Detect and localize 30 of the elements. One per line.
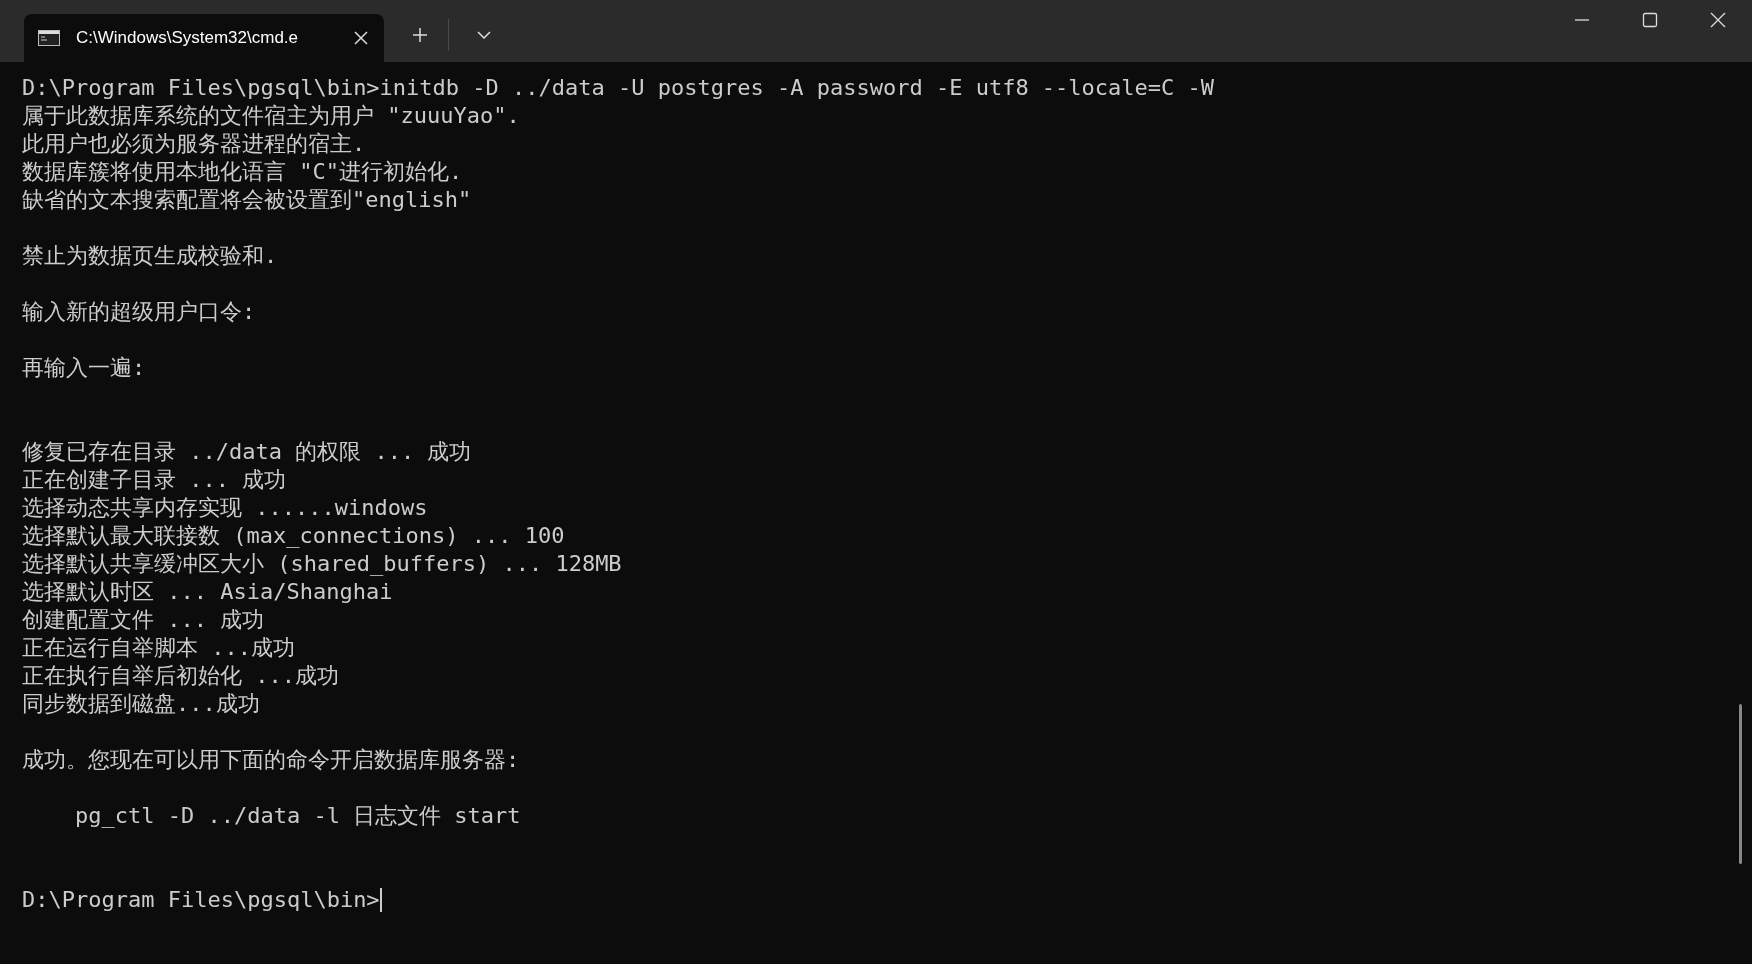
terminal-line: 同步数据到磁盘...成功 bbox=[22, 690, 261, 718]
terminal-line: 选择默认时区 ... Asia/Shanghai bbox=[22, 578, 394, 606]
terminal-line: pg_ctl -D ../data -l 日志文件 start bbox=[73, 802, 522, 830]
terminal-line: 选择动态共享内存实现 ......windows bbox=[22, 494, 429, 522]
terminal-tab[interactable]: C:\Windows\System32\cmd.e bbox=[24, 14, 384, 62]
terminal-line: 修复已存在目录 ../data 的权限 ... 成功 bbox=[22, 438, 473, 466]
terminal-line: 数据库簇将使用本地化语言 "C"进行初始化. bbox=[22, 158, 464, 186]
terminal-line: 再输入一遍: bbox=[22, 354, 147, 382]
text-cursor bbox=[379, 888, 382, 912]
terminal-line: 缺省的文本搜索配置将会被设置到"english" bbox=[22, 186, 473, 214]
terminal-line: 正在创建子目录 ... 成功 bbox=[22, 466, 288, 494]
terminal-line: 选择默认最大联接数 (max_connections) ... 100 bbox=[22, 522, 566, 550]
terminal-line: 选择默认共享缓冲区大小 (shared_buffers) ... 128MB bbox=[22, 550, 623, 578]
terminal-line: D:\Program Files\pgsql\bin>initdb -D ../data -U postgres -A password -E utf8 --locale=C -W bbox=[22, 74, 1216, 102]
terminal-line: 属于此数据库系统的文件宿主为用户 "zuuuYao". bbox=[22, 102, 521, 130]
terminal-line: 创建配置文件 ... 成功 bbox=[22, 606, 266, 634]
new-tab-icon[interactable] bbox=[412, 27, 428, 43]
terminal-line: 正在执行自举后初始化 ...成功 bbox=[22, 662, 340, 690]
dropdown-caret-icon[interactable] bbox=[477, 31, 491, 39]
terminal-line: 成功。您现在可以用下面的命令开启数据库服务器: bbox=[22, 746, 521, 774]
close-tab-icon[interactable] bbox=[354, 31, 368, 45]
maximize-icon[interactable] bbox=[1642, 12, 1658, 28]
terminal-line: 禁止为数据页生成校验和. bbox=[22, 242, 279, 270]
terminal-line: 正在运行自举脚本 ...成功 bbox=[22, 634, 296, 662]
close-icon[interactable] bbox=[1710, 12, 1726, 28]
scrollbar-thumb[interactable] bbox=[1739, 704, 1742, 864]
terminal-line: 此用户也必须为服务器进程的宿主. bbox=[22, 130, 367, 158]
terminal-icon bbox=[38, 30, 60, 46]
command-prompt: D:\Program Files\pgsql\bin> bbox=[22, 886, 380, 914]
terminal-line: 输入新的超级用户口令: bbox=[22, 298, 257, 326]
